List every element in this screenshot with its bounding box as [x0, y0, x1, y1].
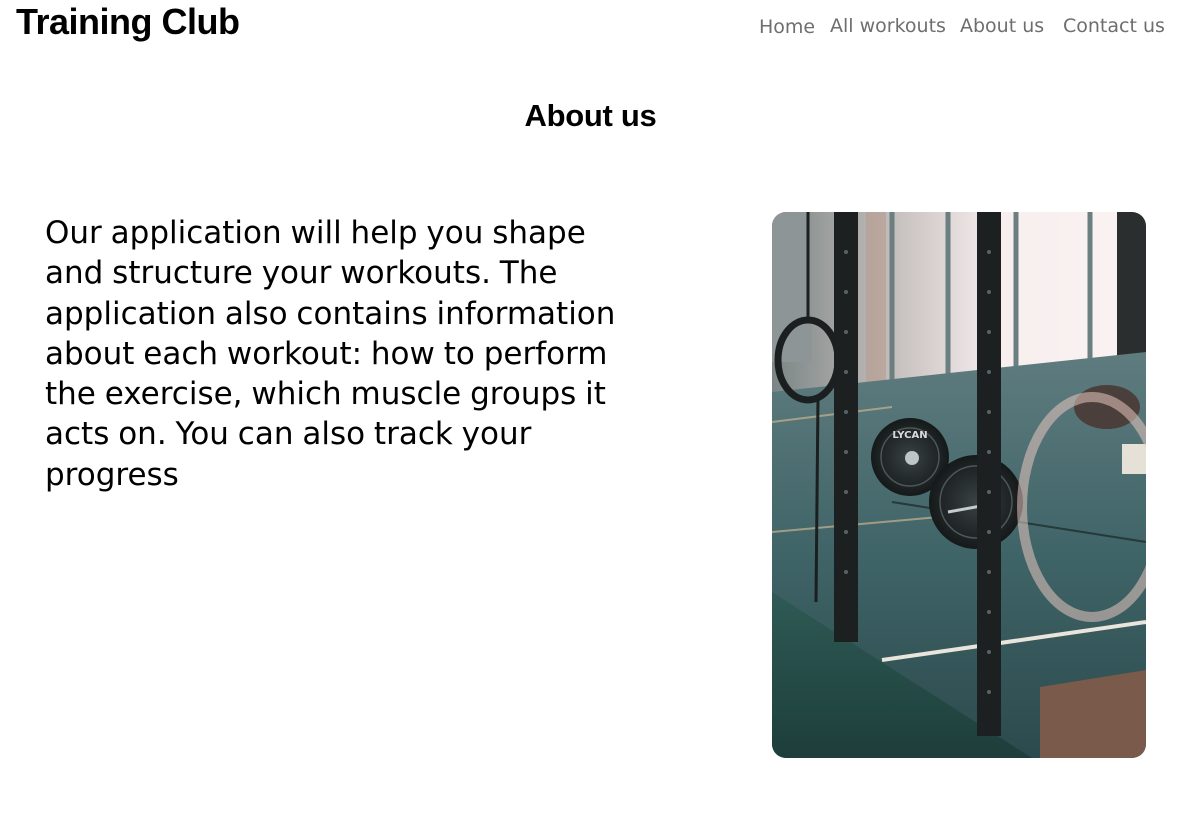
plate-logo-text: LYCAN — [892, 430, 927, 441]
nav-all-workouts-link[interactable]: All workouts — [830, 12, 946, 40]
gym-photo: LYCAN — [772, 212, 1146, 758]
main-nav: Home All workouts About us Contact us — [0, 12, 1199, 40]
about-description: Our application will help you shape and … — [45, 215, 616, 493]
nav-home-link[interactable]: Home — [759, 13, 815, 41]
page-title: About us — [524, 98, 657, 133]
nav-about-us-link[interactable]: About us — [960, 12, 1044, 40]
nav-contact-us-link[interactable]: Contact us — [1063, 12, 1165, 40]
gym-photo-illustration: LYCAN — [772, 212, 1146, 758]
